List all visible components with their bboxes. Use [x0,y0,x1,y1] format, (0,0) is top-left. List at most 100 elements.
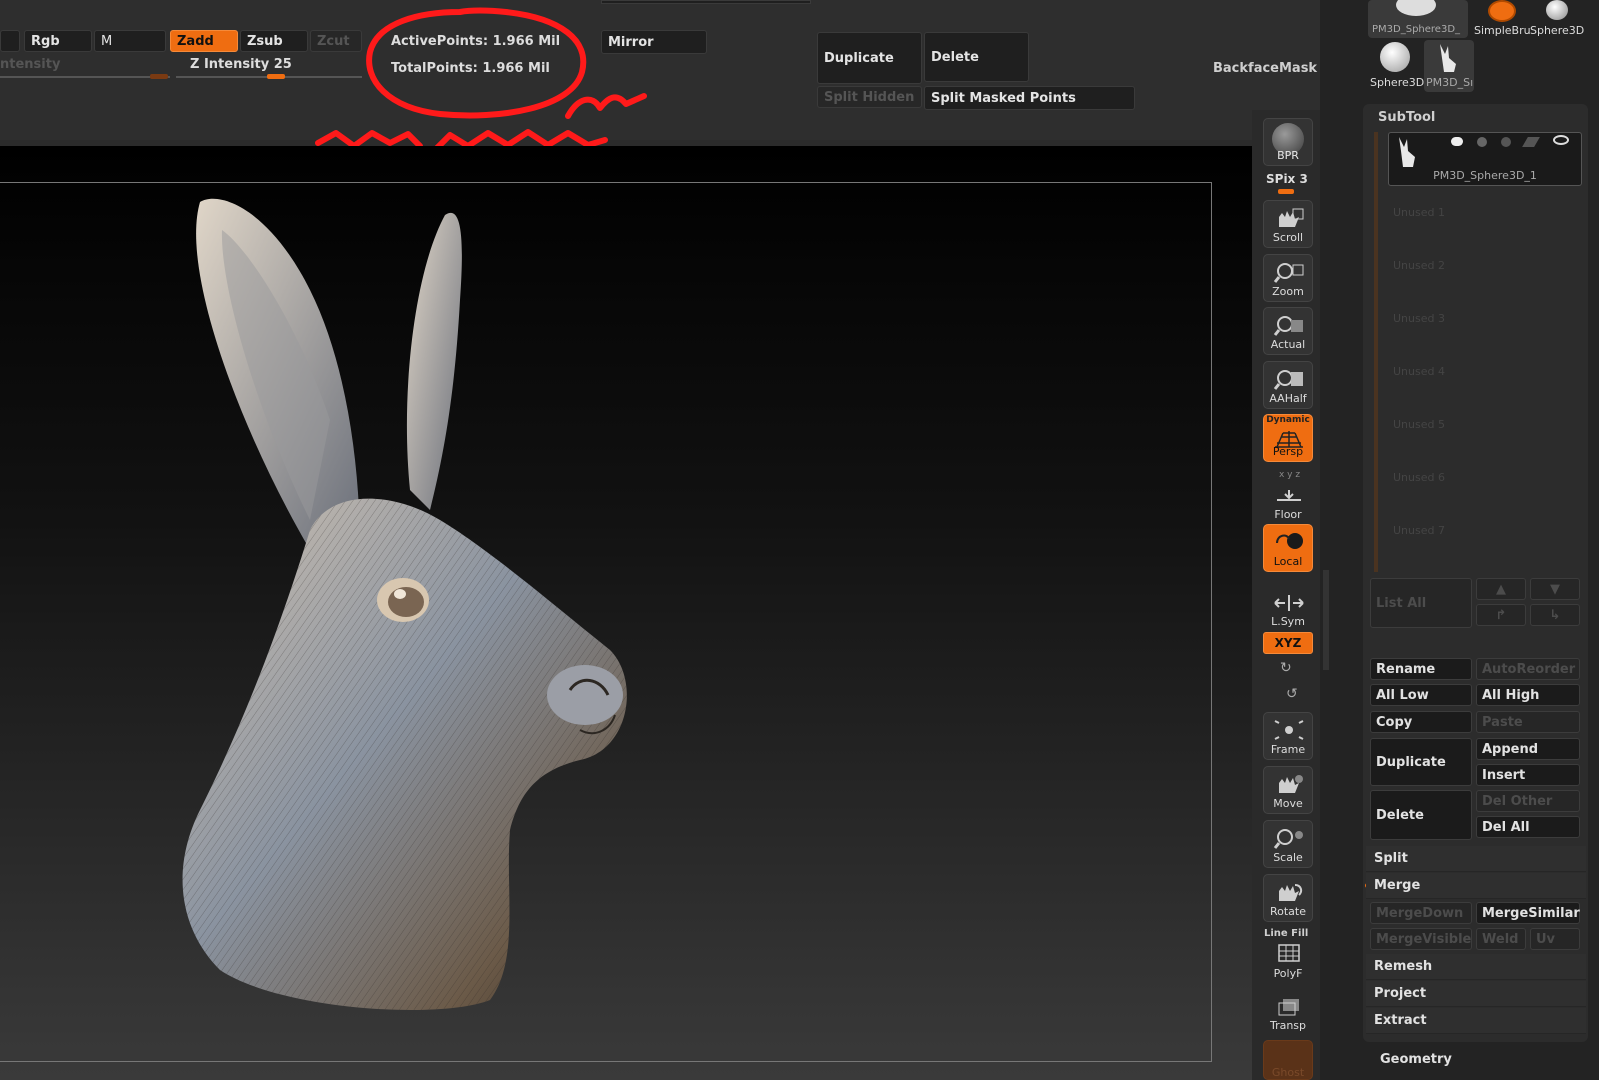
panel-splitter[interactable] [1323,570,1329,670]
backface-mask-toggle[interactable]: BackfaceMask [1213,61,1317,76]
rotate-z-icon[interactable]: ↺ [1286,686,1298,702]
scale-button[interactable]: Scale [1263,820,1313,868]
polypaint-toggle-icon[interactable] [1477,137,1487,147]
aahalf-button[interactable]: AAHalf [1263,361,1313,409]
scale-icon [1273,829,1303,849]
subtool-scrollbar[interactable] [1374,132,1378,572]
move-up-arrow-icon[interactable]: ▲ [1476,578,1526,600]
subtool-unused-slot[interactable]: Unused 5 [1393,418,1445,431]
polyf-button[interactable]: PolyF [1263,936,1313,984]
subtool-unused-slot[interactable]: Unused 2 [1393,259,1445,272]
lsym-button[interactable]: L.Sym [1263,584,1313,632]
xyz-button[interactable]: XYZ [1263,632,1313,654]
tool-thumb-5[interactable]: PM3D_Sı [1424,40,1474,92]
visibility-toggle-icon[interactable] [1451,137,1463,146]
floor-button[interactable]: Floor [1263,477,1313,525]
eye-icon[interactable] [1553,135,1569,145]
mergedown-button[interactable]: MergeDown [1370,902,1472,924]
zoom-button[interactable]: Zoom [1263,254,1313,302]
sphere-icon [1546,0,1568,20]
spix-label: SPix 3 [1266,172,1308,186]
zadd-button[interactable]: Zadd [170,30,238,52]
subtool-unused-slot[interactable]: Unused 7 [1393,524,1445,537]
autoreorder-button[interactable]: AutoReorder [1476,658,1580,680]
list-all-button[interactable]: List All [1370,578,1472,628]
local-button[interactable]: Local [1263,524,1313,572]
append-button[interactable]: Append [1476,738,1580,760]
extract-subpalette[interactable]: Extract [1366,1008,1586,1034]
transp-button[interactable]: Transp [1263,988,1313,1036]
intensity-slider[interactable] [0,76,170,78]
actual-button[interactable]: Actual [1263,307,1313,355]
move-button[interactable]: Move [1263,766,1313,814]
move-down-arrow-icon[interactable]: ▼ [1530,578,1580,600]
delete-button[interactable]: Delete [924,32,1029,82]
z-intensity-slider-knob[interactable] [267,74,285,79]
brush-toggle-icon[interactable] [1522,137,1540,147]
m-button[interactable]: M [94,30,166,52]
bpr-label: BPR [1277,149,1299,162]
del-other-button[interactable]: Del Other [1476,790,1580,812]
polyf-label: PolyF [1273,967,1303,980]
rgb-button[interactable]: Rgb [24,30,92,52]
rotate-button[interactable]: Rotate [1263,874,1313,922]
intensity-slider-knob[interactable] [150,74,168,79]
ghost-label: Ghost [1271,1066,1305,1079]
tool-thumb-2[interactable]: SimpleBru [1474,0,1531,38]
rename-button[interactable]: Rename [1370,658,1472,680]
sphere-icon [1380,42,1410,72]
subtool-unused-slot[interactable]: Unused 3 [1393,312,1445,325]
subtool-unused-slot[interactable]: Unused 1 [1393,206,1445,219]
subtool-delete-button[interactable]: Delete [1370,790,1472,840]
tool-thumb-4-label: Sphere3D [1370,76,1425,89]
bpr-button[interactable]: BPR [1263,118,1313,166]
ghost-button[interactable]: Ghost [1263,1040,1313,1080]
frame-label: Frame [1270,743,1306,756]
mergesimilar-button[interactable]: MergeSimilar [1476,902,1580,924]
copy-button[interactable]: Copy [1370,711,1472,733]
remesh-subpalette[interactable]: Remesh [1366,954,1586,980]
move-up-group-icon[interactable]: ↱ [1476,604,1526,626]
z-intensity-label: Z Intensity 25 [190,57,292,72]
split-masked-points-button[interactable]: Split Masked Points [924,86,1135,110]
merge-subpalette[interactable]: Merge [1366,873,1586,899]
paste-button[interactable]: Paste [1476,711,1580,733]
all-high-button[interactable]: All High [1476,684,1580,706]
all-low-button[interactable]: All Low [1370,684,1472,706]
tool-thumb-1-label: PM3D_Sphere3D_ [1372,24,1461,35]
simplebrush-icon [1488,0,1516,22]
geometry-palette-title[interactable]: Geometry [1380,1052,1452,1067]
toolbar-left-edge[interactable] [0,30,20,52]
tool-thumb-3-label: Sphere3D [1530,24,1585,37]
spix-slider-knob[interactable] [1278,189,1294,194]
persp-button[interactable]: Dynamic Persp [1263,414,1313,462]
rotate-label: Rotate [1269,905,1306,918]
move-down-group-icon[interactable]: ↳ [1530,604,1580,626]
frame-button[interactable]: Frame [1263,712,1313,760]
weld-toggle[interactable]: Weld [1476,928,1526,950]
split-hidden-button[interactable]: Split Hidden [817,86,922,108]
subtool-active-item[interactable]: PM3D_Sphere3D_1 [1388,132,1582,186]
insert-button[interactable]: Insert [1476,764,1580,786]
uv-toggle[interactable]: Uv [1530,928,1580,950]
tool-thumb-1[interactable]: PM3D_Sphere3D_ [1368,0,1468,38]
mergevisible-button[interactable]: MergeVisible [1370,928,1472,950]
subtool-duplicate-button[interactable]: Duplicate [1370,738,1472,786]
hare-sculpt[interactable] [160,190,660,1030]
duplicate-button[interactable]: Duplicate [817,32,922,84]
tool-thumb-4[interactable]: Sphere3D [1368,42,1424,92]
zsub-button[interactable]: Zsub [240,30,308,52]
scroll-button[interactable]: Scroll [1263,200,1313,248]
subtool-unused-slot[interactable]: Unused 6 [1393,471,1445,484]
split-subpalette[interactable]: Split [1366,846,1586,872]
del-all-button[interactable]: Del All [1476,816,1580,838]
local-label: Local [1273,555,1303,568]
subtool-title[interactable]: SubTool [1378,110,1435,125]
subtool-unused-slot[interactable]: Unused 4 [1393,365,1445,378]
transp-label: Transp [1269,1019,1307,1032]
rotate-y-icon[interactable]: ↻ [1280,660,1292,676]
project-subpalette[interactable]: Project [1366,981,1586,1007]
solo-toggle-icon[interactable] [1501,137,1511,147]
tool-thumb-3[interactable]: Sphere3D [1530,0,1586,38]
tool-thumb-2-label: SimpleBru [1474,24,1531,37]
